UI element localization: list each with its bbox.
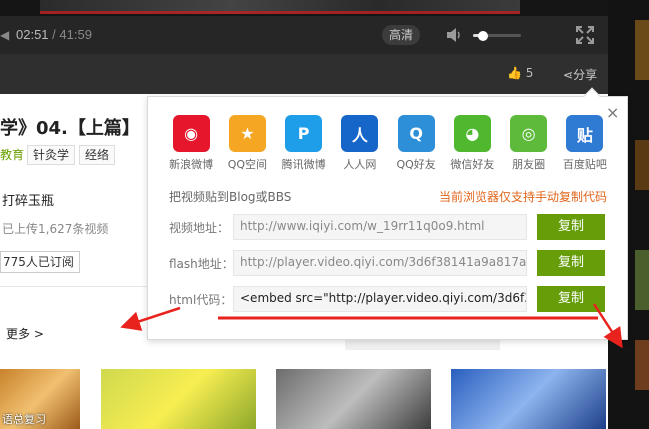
video-thumbnail[interactable]: 语总复习 [0, 369, 80, 429]
qzone-icon: ★ [228, 115, 266, 152]
share-target-renren[interactable]: 人人人网 [332, 115, 388, 175]
weibo-icon: ◉ [172, 115, 210, 152]
share-target-qq[interactable]: Q QQ好友 [388, 115, 444, 175]
share-target-tieba[interactable]: 贴百度贴吧 [557, 115, 613, 175]
flash-url-label: flash地址： [169, 257, 234, 271]
tag-2[interactable]: 经络 [79, 145, 116, 165]
subscribe-button[interactable]: 775人已订阅 [0, 251, 80, 273]
html-code-label: html代码： [169, 293, 233, 307]
share-target-label: 人人网 [343, 158, 377, 171]
copy-flash-url-button[interactable]: 复制 [537, 250, 605, 276]
video-picture [40, 0, 520, 14]
time-separator: / [52, 27, 56, 42]
video-url-row: 视频地址： http://www.iqiyi.com/w_19rr11q0o9.… [169, 214, 609, 240]
video-thumbnail[interactable] [451, 369, 606, 429]
share-target-list: ◉ 新浪微博 ★ QQ空间 P 腾讯微博人人人网 Q QQ好友 ◕ 微信好友 ◎ 朋友圈贴百度贴吧 [163, 115, 613, 175]
sidebar-thumb[interactable] [635, 250, 649, 310]
video-frame[interactable] [0, 0, 608, 16]
volume-slider[interactable] [473, 31, 521, 41]
channel-name[interactable]: 打碎玉瓶 [2, 190, 54, 209]
share-target-label: 百度贴吧 [562, 158, 607, 171]
playback-time: 02:51 / 41:59 [16, 27, 92, 42]
sidebar-thumb[interactable] [635, 340, 649, 390]
tag-list: 教育 针灸学 经络 [0, 145, 119, 165]
sidebar-thumb[interactable] [635, 140, 649, 190]
tencent-weibo-icon: P [285, 115, 323, 152]
player-control-bar: ◀ 02:51 / 41:59 高清 [0, 16, 608, 54]
moments-icon: ◎ [510, 115, 548, 152]
qq-icon: Q [397, 115, 435, 152]
tieba-icon: 贴 [566, 115, 604, 152]
flash-url-row: flash地址： http://player.video.qiyi.com/3d… [169, 250, 609, 276]
share-target-tencent-weibo[interactable]: P 腾讯微博 [276, 115, 332, 175]
channel-meta: 已上传1,627条视频 [2, 222, 109, 236]
share-target-label: QQ好友 [396, 158, 436, 171]
quality-button[interactable]: 高清 [382, 25, 420, 45]
video-thumbnail[interactable] [276, 369, 431, 429]
html-code-row: html代码： <embed src="http://player.video.… [169, 286, 609, 312]
browser-note: 当前浏览器仅支持手动复制代码 [438, 190, 607, 204]
share-popup: × ◉ 新浪微博 ★ QQ空间 P 腾讯微博人人人网 Q QQ好友 ◕ 微信好友 ◎ 朋友圈贴百度贴吧… [147, 87, 628, 340]
tag-0[interactable]: 教育 [0, 146, 24, 166]
thumbs-up-icon: 👍 [507, 66, 522, 80]
current-time: 02:51 [16, 27, 49, 42]
volume-icon[interactable] [446, 27, 462, 43]
video-thumbnail[interactable] [101, 369, 256, 429]
video-url-field[interactable]: http://www.iqiyi.com/w_19rr11q0o9.html [233, 214, 527, 240]
volume-handle[interactable] [477, 31, 488, 41]
html-code-field[interactable]: <embed src="http://player.video.qiyi.com… [233, 286, 527, 312]
share-target-weibo[interactable]: ◉ 新浪微博 [163, 115, 219, 175]
share-target-qzone[interactable]: ★ QQ空间 [219, 115, 275, 175]
play-icon[interactable]: ◀ [0, 28, 9, 42]
share-target-label: 朋友圈 [512, 158, 546, 171]
embed-instruction: 把视频贴到Blog或BBS [169, 190, 292, 204]
copy-html-code-button[interactable]: 复制 [537, 286, 605, 312]
wechat-icon: ◕ [453, 115, 491, 152]
video-url-label: 视频地址： [169, 221, 230, 235]
like-button[interactable]: 👍 5 [507, 66, 533, 80]
video-title[interactable]: 学》04.【上篇】 [0, 114, 140, 140]
share-target-label: 腾讯微博 [281, 158, 326, 171]
total-time: 41:59 [59, 27, 92, 42]
share-label: 分享 [573, 68, 598, 82]
share-target-moments[interactable]: ◎ 朋友圈 [501, 115, 557, 175]
thumbnail-caption: 语总复习 [2, 413, 46, 426]
flash-url-field[interactable]: http://player.video.qiyi.com/3d6f38141a9… [233, 250, 527, 276]
sidebar-thumb[interactable] [635, 20, 649, 80]
share-target-label: 新浪微博 [169, 158, 214, 171]
video-action-bar: 👍 5 ⋖分享 [0, 54, 608, 94]
share-target-label: 微信好友 [450, 158, 495, 171]
share-icon: ⋖ [563, 68, 574, 82]
tag-1[interactable]: 针灸学 [27, 145, 76, 165]
copy-video-url-button[interactable]: 复制 [537, 214, 605, 240]
renren-icon: 人 [341, 115, 379, 152]
more-link[interactable]: 更多 > [6, 325, 44, 342]
fullscreen-icon[interactable] [576, 26, 594, 44]
share-target-label: QQ空间 [227, 158, 268, 171]
share-target-wechat[interactable]: ◕ 微信好友 [444, 115, 500, 175]
share-button[interactable]: ⋖分享 [563, 66, 597, 83]
like-count: 5 [525, 66, 534, 80]
